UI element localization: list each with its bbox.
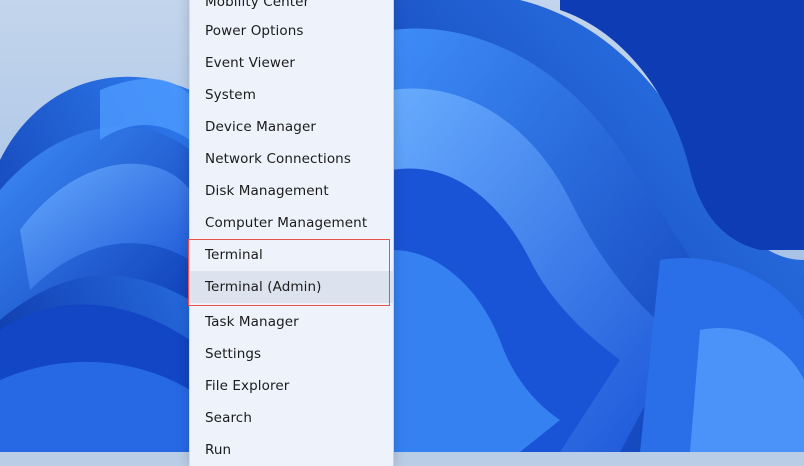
winx-context-menu: Mobility Center Power Options Event View… — [189, 0, 394, 466]
menu-item-search[interactable]: Search — [190, 402, 393, 434]
menu-item-event-viewer[interactable]: Event Viewer — [190, 47, 393, 79]
menu-item-power-options[interactable]: Power Options — [190, 15, 393, 47]
menu-item-terminal[interactable]: Terminal — [190, 239, 393, 271]
menu-item-disk-management[interactable]: Disk Management — [190, 175, 393, 207]
menu-item-network-connections[interactable]: Network Connections — [190, 143, 393, 175]
desktop-wallpaper — [0, 0, 804, 452]
menu-item-run[interactable]: Run — [190, 434, 393, 466]
menu-item-device-manager[interactable]: Device Manager — [190, 111, 393, 143]
menu-item-task-manager[interactable]: Task Manager — [190, 306, 393, 338]
menu-item-file-explorer[interactable]: File Explorer — [190, 370, 393, 402]
menu-item-system[interactable]: System — [190, 79, 393, 111]
menu-item-computer-management[interactable]: Computer Management — [190, 207, 393, 239]
menu-item-settings[interactable]: Settings — [190, 338, 393, 370]
menu-item-terminal-admin[interactable]: Terminal (Admin) — [190, 271, 393, 303]
bloom-wallpaper-graphic — [0, 0, 804, 452]
